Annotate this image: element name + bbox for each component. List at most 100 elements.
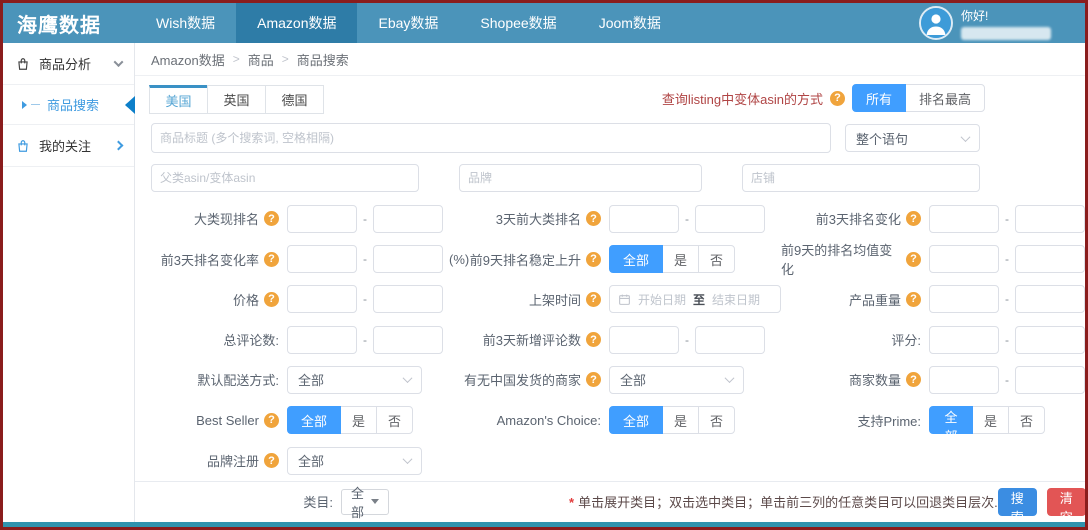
option-all[interactable]: 全部 xyxy=(929,406,973,434)
option-all[interactable]: 全部 xyxy=(287,406,341,434)
nav-tab-ebay[interactable]: Ebay数据 xyxy=(357,3,459,43)
option-all[interactable]: 全部 xyxy=(609,406,663,434)
rating-min-input[interactable] xyxy=(929,326,999,354)
help-icon[interactable]: ? xyxy=(906,292,921,307)
help-icon[interactable]: ? xyxy=(586,252,601,267)
variant-asin-query: 查询listing中变体asin的方式 ? 所有 排名最高 xyxy=(662,84,985,112)
total-reviews-min-input[interactable] xyxy=(287,326,357,354)
sidebar: 商品分析 商品搜索 我的关注 xyxy=(3,43,135,522)
rank-now-max-input[interactable] xyxy=(373,205,443,233)
shipping-select[interactable]: 全部 xyxy=(287,366,422,394)
help-icon[interactable]: ? xyxy=(264,211,279,226)
field-label: 前3天新增评论数 xyxy=(483,330,581,349)
search-button[interactable]: 搜索 xyxy=(998,488,1037,516)
title-mode-select[interactable]: 整个语句 xyxy=(845,124,980,152)
rank-rate-min-input[interactable] xyxy=(287,245,357,273)
main-content: Amazon数据 > 商品 > 商品搜索 美国 英国 德国 查询listing中… xyxy=(135,43,1085,522)
sidebar-item-product-analysis[interactable]: 商品分析 xyxy=(3,43,134,85)
select-value: 全部 xyxy=(298,451,324,470)
range-dash: - xyxy=(363,252,367,266)
total-reviews-max-input[interactable] xyxy=(373,326,443,354)
help-icon[interactable]: ? xyxy=(586,332,601,347)
nav-tab-wish[interactable]: Wish数据 xyxy=(135,3,236,43)
range-dash: - xyxy=(363,212,367,226)
chevron-down-icon xyxy=(403,374,413,384)
rank-3d-ago-min-input[interactable] xyxy=(609,205,679,233)
help-icon[interactable]: ? xyxy=(264,453,279,468)
option-yes[interactable]: 是 xyxy=(662,245,699,273)
field-label: 上架时间 xyxy=(529,290,581,309)
option-all[interactable]: 全部 xyxy=(609,245,663,273)
nav-tab-shopee[interactable]: Shopee数据 xyxy=(459,3,577,43)
cn-shipper-select[interactable]: 全部 xyxy=(609,366,744,394)
weight-max-input[interactable] xyxy=(1015,285,1085,313)
help-icon[interactable]: ? xyxy=(830,91,845,106)
option-all-listings[interactable]: 所有 xyxy=(852,84,906,112)
tab-uk[interactable]: 英国 xyxy=(207,85,266,114)
option-yes[interactable]: 是 xyxy=(340,406,377,434)
rating-max-input[interactable] xyxy=(1015,326,1085,354)
field-label: 默认配送方式: xyxy=(197,370,279,389)
price-min-input[interactable] xyxy=(287,285,357,313)
category-select-button[interactable]: 全部 xyxy=(341,489,389,515)
rank-rate-max-input[interactable] xyxy=(373,245,443,273)
tab-us[interactable]: 美国 xyxy=(149,85,208,114)
help-icon[interactable]: ? xyxy=(264,413,279,428)
help-icon[interactable]: ? xyxy=(586,211,601,226)
breadcrumb-item[interactable]: Amazon数据 xyxy=(151,50,225,69)
range-dash: - xyxy=(363,333,367,347)
rank-change-3d-max-input[interactable] xyxy=(1015,205,1085,233)
option-yes[interactable]: 是 xyxy=(972,406,1009,434)
new-reviews-min-input[interactable] xyxy=(609,326,679,354)
help-icon[interactable]: ? xyxy=(906,372,921,387)
seller-count-max-input[interactable] xyxy=(1015,366,1085,394)
new-reviews-max-input[interactable] xyxy=(695,326,765,354)
option-yes[interactable]: 是 xyxy=(662,406,699,434)
price-max-input[interactable] xyxy=(373,285,443,313)
rank-avg-change-max-input[interactable] xyxy=(1015,245,1085,273)
field-label: 有无中国发货的商家 xyxy=(464,370,581,389)
range-dash: - xyxy=(1005,333,1009,347)
country-tabs: 美国 英国 德国 xyxy=(149,85,323,114)
weight-min-input[interactable] xyxy=(929,285,999,313)
range-dash: - xyxy=(685,212,689,226)
brand-registry-select[interactable]: 全部 xyxy=(287,447,422,475)
sidebar-item-product-search[interactable]: 商品搜索 xyxy=(3,85,134,125)
option-no[interactable]: 否 xyxy=(698,406,735,434)
breadcrumb: Amazon数据 > 商品 > 商品搜索 xyxy=(135,43,1085,76)
help-icon[interactable]: ? xyxy=(906,211,921,226)
top-navbar: 海鹰数据 Wish数据 Amazon数据 Ebay数据 Shopee数据 Joo… xyxy=(3,3,1085,43)
user-avatar-icon[interactable] xyxy=(919,6,953,40)
greeting-text: 你好! xyxy=(961,7,1051,24)
title-search-input[interactable] xyxy=(151,123,831,153)
best-seller-toggle: 全部 是 否 xyxy=(287,406,413,434)
help-icon[interactable]: ? xyxy=(264,252,279,267)
rank-change-3d-min-input[interactable] xyxy=(929,205,999,233)
rank-avg-change-min-input[interactable] xyxy=(929,245,999,273)
seller-count-min-input[interactable] xyxy=(929,366,999,394)
help-icon[interactable]: ? xyxy=(586,372,601,387)
help-icon[interactable]: ? xyxy=(906,252,921,267)
country-tabstrip: 美国 英国 德国 查询listing中变体asin的方式 ? 所有 排名最高 xyxy=(135,76,1085,114)
listing-date-range-picker[interactable]: 开始日期 至 结束日期 xyxy=(609,285,781,313)
clear-button[interactable]: 清空 xyxy=(1047,488,1086,516)
option-no[interactable]: 否 xyxy=(698,245,735,273)
shop-input[interactable] xyxy=(742,164,980,192)
tab-de[interactable]: 德国 xyxy=(265,85,324,114)
help-icon[interactable]: ? xyxy=(586,292,601,307)
brand-input[interactable] xyxy=(459,164,702,192)
breadcrumb-item[interactable]: 商品 xyxy=(248,50,274,69)
asin-input[interactable] xyxy=(151,164,419,192)
rank-now-min-input[interactable] xyxy=(287,205,357,233)
field-label: 类目: xyxy=(303,492,333,511)
option-top-ranked[interactable]: 排名最高 xyxy=(905,84,985,112)
nav-tab-joom[interactable]: Joom数据 xyxy=(578,3,682,43)
rank-3d-ago-max-input[interactable] xyxy=(695,205,765,233)
option-no[interactable]: 否 xyxy=(1008,406,1045,434)
category-hint: *单击展开类目；双击选中类目；单击前三列的任意类目可以回退类目层次. xyxy=(569,492,998,511)
range-dash: - xyxy=(1005,252,1009,266)
option-no[interactable]: 否 xyxy=(376,406,413,434)
help-icon[interactable]: ? xyxy=(264,292,279,307)
sidebar-item-my-follows[interactable]: 我的关注 xyxy=(3,125,134,167)
nav-tab-amazon[interactable]: Amazon数据 xyxy=(236,3,357,43)
